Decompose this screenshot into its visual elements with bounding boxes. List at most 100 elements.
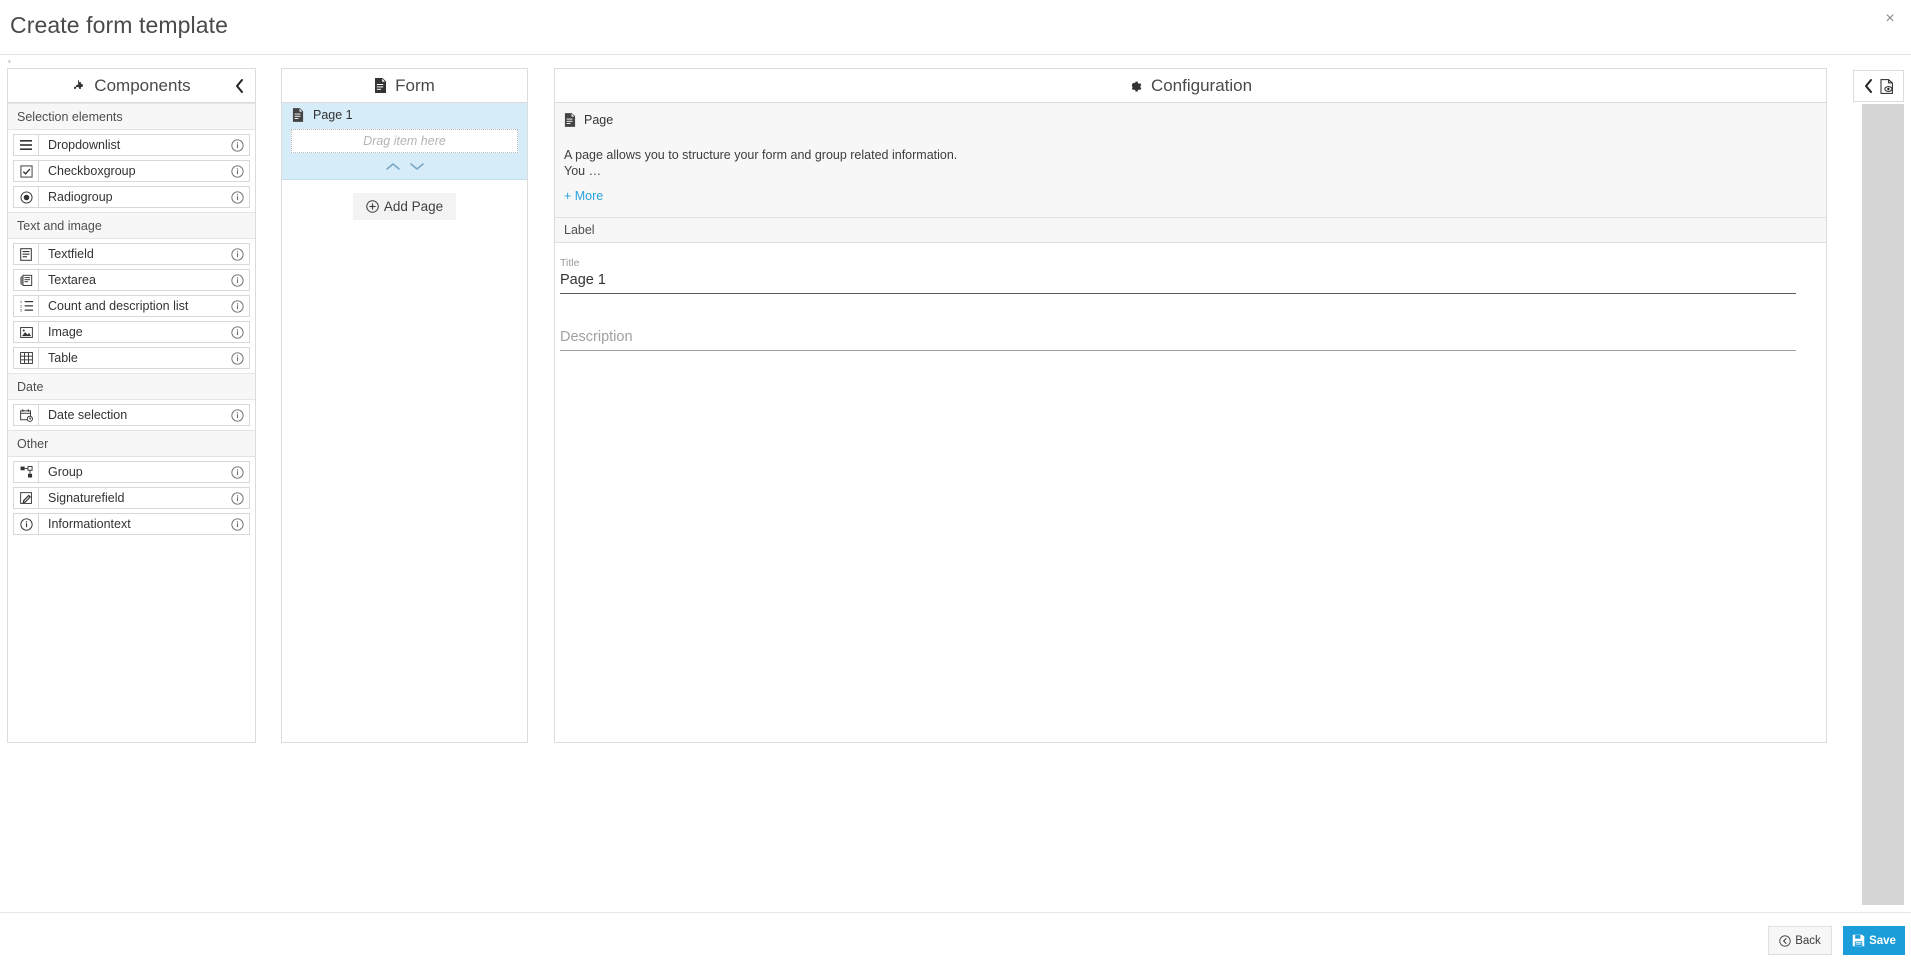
chevron-left-icon[interactable] (1863, 78, 1874, 94)
checkbox-checked-icon (14, 161, 39, 181)
component-list: Textfield Textarea 123 Count and descrip… (8, 239, 255, 373)
show-more-link[interactable]: + More (555, 189, 603, 203)
section-title: Date (8, 374, 255, 400)
component-dropdownlist[interactable]: Dropdownlist (13, 134, 250, 156)
chevron-left-icon[interactable] (234, 78, 245, 94)
configuration-panel-title: Configuration (1150, 75, 1253, 95)
configuration-type-label: Page (584, 113, 614, 127)
component-label: Radiogroup (48, 190, 113, 204)
dialog-titlebar: Create form template × (0, 0, 1911, 55)
section-title: Other (8, 431, 255, 457)
configuration-description-text: A page allows you to structure your form… (564, 148, 958, 178)
plus-circle-icon (366, 200, 379, 213)
configuration-fields: Title (555, 243, 1826, 351)
back-label: Back (1795, 934, 1821, 947)
component-informationtext[interactable]: Informationtext (13, 513, 250, 535)
document-icon (374, 78, 387, 93)
title-field-wrapper: Title (560, 257, 1796, 294)
configuration-type-row: Page (555, 113, 1826, 127)
gear-icon (1129, 79, 1143, 93)
configuration-panel-header: Configuration (555, 69, 1826, 103)
info-circle-icon[interactable] (225, 273, 249, 287)
form-page-item[interactable]: Page 1 (282, 103, 527, 127)
component-image[interactable]: Image (13, 321, 250, 343)
info-circle-icon[interactable] (225, 491, 249, 505)
info-circle-icon[interactable] (225, 190, 249, 204)
document-icon (564, 113, 576, 127)
add-page-button[interactable]: Add Page (352, 193, 457, 220)
back-button[interactable]: Back (1768, 926, 1832, 955)
svg-text:3: 3 (20, 309, 22, 312)
info-circle-icon[interactable] (225, 408, 249, 422)
component-radiogroup[interactable]: Radiogroup (13, 186, 250, 208)
ordered-list-icon: 123 (14, 296, 39, 316)
puzzle-piece-icon (72, 79, 86, 93)
form-page-move-controls (282, 153, 527, 179)
save-label: Save (1869, 934, 1896, 947)
form-panel: Form Page 1 Drag item here Add Page (281, 68, 528, 743)
component-label: Signaturefield (48, 491, 125, 505)
component-label: Table (48, 351, 78, 365)
chevron-down-icon[interactable] (409, 161, 425, 172)
component-signaturefield[interactable]: Signaturefield (13, 487, 250, 509)
component-label: Textfield (48, 247, 94, 261)
info-circle-icon[interactable] (225, 465, 249, 479)
component-label: Textarea (48, 273, 96, 287)
component-list: Group Signaturefield Informationtext (8, 457, 255, 539)
title-field-label: Title (560, 257, 580, 269)
list-lines-icon (14, 135, 39, 155)
component-list: Dropdownlist Checkboxgroup Radiogroup (8, 130, 255, 212)
page-title: Create form template (10, 12, 229, 38)
component-label: Count and description list (48, 299, 189, 313)
component-list: Date selection (8, 400, 255, 430)
document-preview-eye-icon[interactable] (1880, 78, 1894, 94)
text-area-icon (14, 270, 39, 290)
component-section-other: Other Group Signaturefield Informationte… (8, 430, 255, 539)
right-panel-collapsed-strip[interactable] (1862, 104, 1904, 905)
configuration-panel: Configuration Page A page allows you to … (554, 68, 1827, 743)
component-checkboxgroup[interactable]: Checkboxgroup (13, 160, 250, 182)
footer-divider (0, 912, 1911, 913)
chevron-up-icon[interactable] (385, 161, 401, 172)
component-table[interactable]: Table (13, 347, 250, 369)
info-circle-icon[interactable] (225, 517, 249, 531)
close-icon[interactable]: × (1879, 8, 1901, 30)
component-label: Checkboxgroup (48, 164, 136, 178)
form-dropzone[interactable]: Drag item here (291, 129, 518, 153)
component-date-selection[interactable]: Date selection (13, 404, 250, 426)
radio-selected-icon (14, 187, 39, 207)
description-input[interactable] (560, 329, 1796, 351)
info-circle-icon[interactable] (225, 164, 249, 178)
table-grid-icon (14, 348, 39, 368)
form-page-label: Page 1 (313, 108, 353, 122)
component-textfield[interactable]: Textfield (13, 243, 250, 265)
component-label: Date selection (48, 408, 128, 422)
component-label: Informationtext (48, 517, 131, 531)
signature-pen-icon (14, 488, 39, 508)
stray-artifact-mark: ▪ (8, 57, 11, 66)
component-count-and-description-list[interactable]: 123 Count and description list (13, 295, 250, 317)
add-page-label: Add Page (383, 199, 444, 214)
component-label: Group (48, 465, 83, 479)
info-circle-icon[interactable] (225, 247, 249, 261)
form-panel-title: Form (395, 75, 435, 95)
component-label: Image (48, 325, 83, 339)
component-section-selection-elements: Selection elements Dropdownlist Checkbox… (8, 103, 255, 212)
component-textarea[interactable]: Textarea (13, 269, 250, 291)
form-page-block: Page 1 Drag item here (282, 103, 527, 180)
info-circle-icon[interactable] (225, 299, 249, 313)
info-circle-icon[interactable] (225, 351, 249, 365)
info-circle-icon[interactable] (225, 325, 249, 339)
circle-arrow-left-icon (1779, 934, 1791, 947)
title-input[interactable] (560, 272, 1796, 294)
label-section-header: Label (555, 218, 1826, 243)
components-panel-title: Components (94, 75, 191, 95)
section-title: Text and image (8, 213, 255, 239)
component-group[interactable]: Group (13, 461, 250, 483)
right-panel-rail-header (1853, 70, 1904, 102)
description-field-wrapper (560, 328, 1796, 351)
document-icon (292, 108, 304, 122)
save-button[interactable]: Save (1843, 926, 1905, 955)
add-page-row: Add Page (282, 180, 527, 220)
info-circle-icon[interactable] (225, 138, 249, 152)
